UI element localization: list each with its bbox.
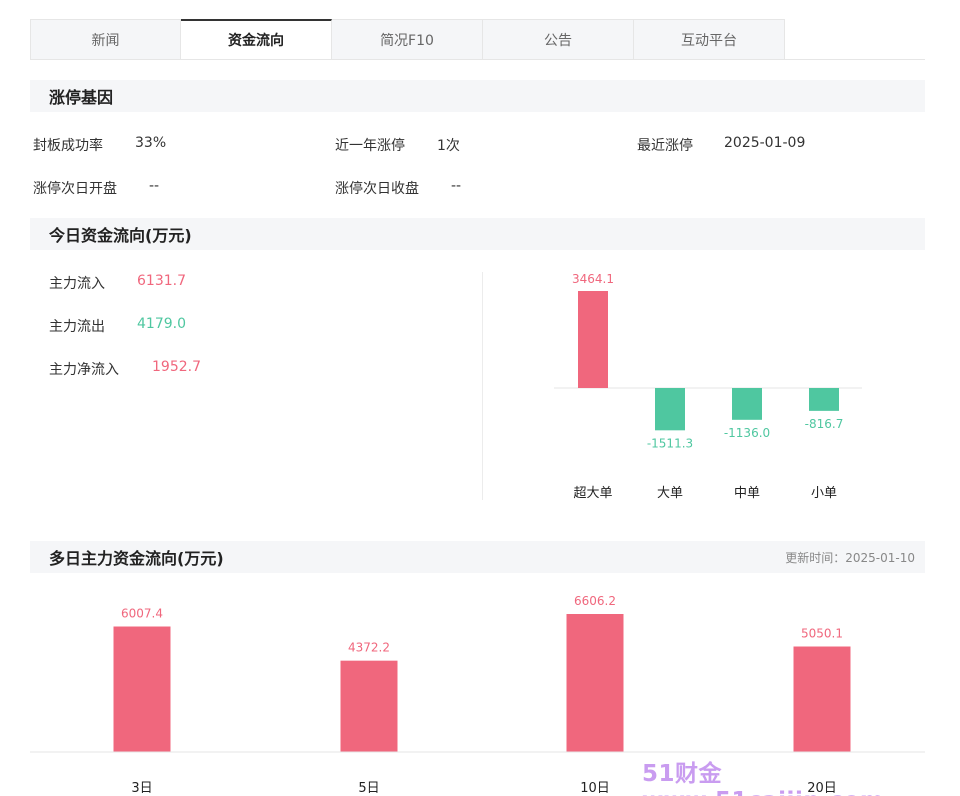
- flow-category-2: 中单: [734, 486, 760, 501]
- charts-canvas: 3464.1 超大单 -1511.3 大单 -1136.0 中单 -816.7 小单 6007.…: [30, 272, 925, 796]
- multi-day-category-0: 3日: [131, 781, 152, 796]
- multi-day-bar-label-2: 6606.2: [574, 594, 616, 608]
- flow-bar-1: [655, 388, 685, 431]
- flow-bar-2: [732, 388, 762, 420]
- flow-bar-label-1: -1511.3: [647, 436, 693, 450]
- multi-day-bar-label-1: 4372.2: [348, 641, 390, 655]
- flow-category-3: 小单: [811, 486, 837, 501]
- multi-day-bar-3: [793, 646, 851, 752]
- multi-day-bar-2: [566, 614, 624, 752]
- flow-bar-0: [578, 291, 608, 388]
- multi-day-bar-label-0: 6007.4: [121, 607, 163, 621]
- flow-category-1: 大单: [657, 486, 683, 501]
- multi-day-bar-0: [113, 626, 171, 752]
- flow-bar-label-0: 3464.1: [572, 272, 614, 286]
- flow-bar-label-3: -816.7: [805, 417, 844, 431]
- flow-bar-3: [809, 388, 839, 411]
- multi-day-bar-label-3: 5050.1: [801, 627, 843, 641]
- flow-bar-label-2: -1136.0: [724, 426, 770, 440]
- multi-day-bar-1: [340, 660, 398, 752]
- multi-day-category-1: 5日: [358, 781, 379, 796]
- multi-day-category-2: 10日: [580, 781, 610, 796]
- watermark: 51财金www.51caijin.com: [642, 761, 884, 796]
- flow-category-0: 超大单: [573, 486, 612, 501]
